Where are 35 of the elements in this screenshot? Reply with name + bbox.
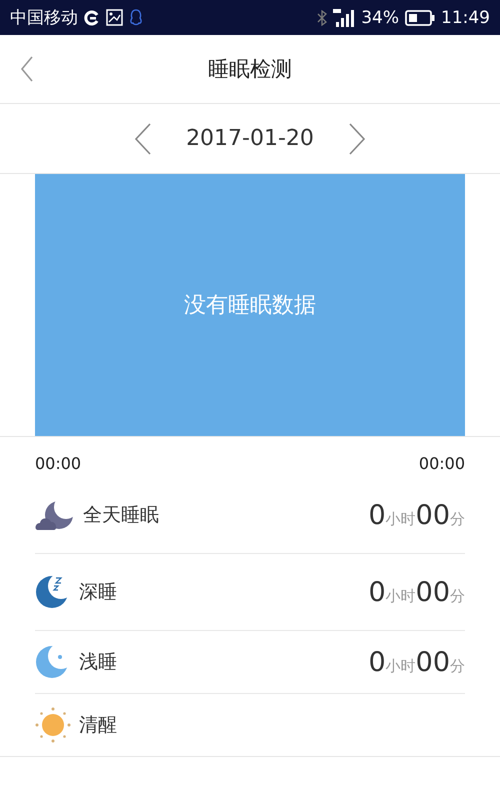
minutes-unit: 分 (450, 510, 465, 528)
hours-value: 0 (368, 500, 386, 530)
hours-unit: 小时 (386, 510, 416, 528)
stat-label: 深睡 (79, 580, 117, 605)
battery-icon (405, 10, 435, 26)
stat-label: 清醒 (79, 713, 117, 738)
image-icon (106, 9, 123, 26)
cloud-moon-icon (35, 499, 75, 531)
date-label: 2017-01-20 (186, 126, 314, 151)
sun-icon (35, 707, 71, 743)
minutes-value: 00 (416, 576, 450, 608)
page-title: 睡眠检测 (208, 56, 292, 83)
minutes-unit: 分 (450, 656, 465, 676)
hours-unit: 小时 (386, 586, 416, 606)
signal-icon (333, 8, 356, 28)
penguin-icon (129, 9, 143, 26)
minutes-value: 00 (416, 646, 450, 678)
next-day-button[interactable] (348, 122, 366, 154)
minutes-value: 00 (416, 500, 450, 530)
back-button[interactable] (20, 56, 34, 82)
end-time: 00:00 (418, 454, 465, 475)
network-e-icon (84, 10, 100, 26)
stat-label: 浅睡 (79, 650, 117, 675)
previous-day-button[interactable] (134, 122, 152, 154)
carrier-name: 中国移动 (10, 7, 78, 29)
hours-unit: 小时 (386, 656, 416, 676)
bluetooth-icon (317, 10, 328, 26)
hours-value: 0 (368, 576, 386, 608)
stat-label: 全天睡眠 (83, 503, 159, 528)
hours-value: 0 (368, 646, 386, 678)
start-time: 00:00 (35, 454, 82, 475)
minutes-unit: 分 (450, 586, 465, 606)
clock-time: 11:49 (441, 8, 490, 28)
battery-percent: 34% (361, 8, 399, 28)
empty-message: 没有睡眠数据 (184, 292, 316, 320)
